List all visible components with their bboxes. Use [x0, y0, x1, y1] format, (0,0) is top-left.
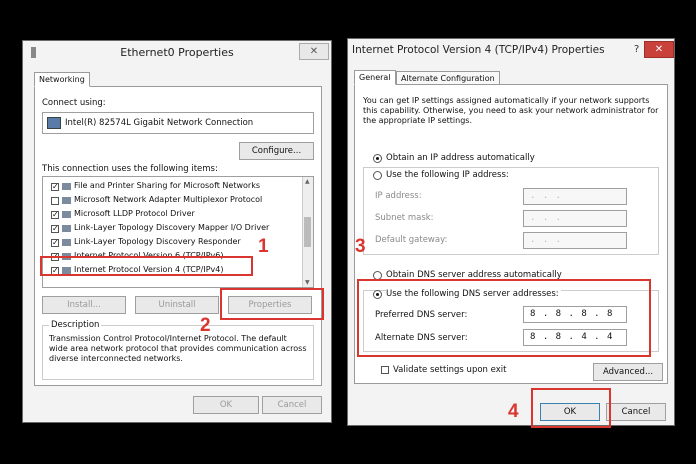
item-label: Link-Layer Topology Discovery Mapper I/O… — [74, 223, 270, 232]
item-label: Microsoft Network Adapter Multiplexor Pr… — [74, 195, 263, 204]
ok-button[interactable]: OK — [193, 396, 259, 414]
tab-networking[interactable]: Networking — [34, 72, 90, 87]
configure-button[interactable]: Configure... — [239, 142, 314, 160]
step-number-1: 1 — [258, 236, 269, 257]
adapter-name: Intel(R) 82574L Gigabit Network Connecti… — [65, 118, 254, 128]
close-button[interactable]: ✕ — [299, 43, 329, 60]
scrollbar[interactable]: ▲ ▼ — [302, 177, 313, 287]
obtain-ip-auto-label[interactable]: Obtain an IP address automatically — [386, 153, 535, 163]
install-button[interactable]: Install... — [42, 296, 126, 314]
use-following-ip-radio[interactable] — [373, 171, 382, 180]
item-checkbox[interactable]: ✓ — [51, 239, 59, 247]
item-label: Link-Layer Topology Discovery Responder — [74, 237, 241, 246]
highlight-properties-button — [220, 288, 324, 320]
default-gateway-label: Default gateway: — [375, 235, 448, 245]
item-checkbox[interactable]: ✓ — [51, 183, 59, 191]
network-component-icon — [62, 197, 71, 204]
tab-general[interactable]: General — [354, 70, 396, 85]
description-group: Description Transmission Control Protoco… — [42, 320, 314, 380]
items-label: This connection uses the following items… — [42, 164, 218, 174]
item-checkbox[interactable]: ✓ — [51, 225, 59, 233]
network-adapter-icon — [47, 117, 61, 129]
dialog-title: Internet Protocol Version 4 (TCP/IPv4) P… — [352, 44, 605, 56]
title-bar[interactable]: Internet Protocol Version 4 (TCP/IPv4) P… — [348, 39, 674, 63]
tab-alternate-configuration[interactable]: Alternate Configuration — [396, 71, 500, 85]
scroll-up-icon[interactable]: ▲ — [305, 178, 310, 185]
highlight-ok-button — [531, 388, 611, 428]
validate-label[interactable]: Validate settings upon exit — [393, 365, 506, 375]
item-checkbox[interactable] — [51, 197, 59, 205]
subnet-mask-label: Subnet mask: — [375, 213, 434, 223]
ip-address-label: IP address: — [375, 191, 422, 201]
cancel-button[interactable]: Cancel — [262, 396, 322, 414]
default-gateway-field[interactable]: . . . — [523, 232, 627, 249]
network-component-icon — [62, 239, 71, 246]
validate-checkbox[interactable] — [381, 366, 389, 374]
cancel-button[interactable]: Cancel — [606, 403, 666, 421]
description-text: Transmission Control Protocol/Internet P… — [49, 334, 307, 363]
highlight-dns-section — [357, 279, 651, 357]
help-icon[interactable]: ? — [634, 44, 639, 55]
description-label: Description — [49, 320, 102, 330]
network-component-icon — [62, 183, 71, 190]
adapter-box: Intel(R) 82574L Gigabit Network Connecti… — [42, 112, 314, 134]
item-label: File and Printer Sharing for Microsoft N… — [74, 181, 260, 190]
step-number-3: 3 — [355, 236, 366, 257]
dialog-title: Ethernet0 Properties — [120, 46, 234, 59]
highlight-ipv4-item — [40, 256, 253, 276]
ip-address-field[interactable]: . . . — [523, 188, 627, 205]
scroll-down-icon[interactable]: ▼ — [305, 279, 310, 286]
network-component-icon — [62, 211, 71, 218]
step-number-2: 2 — [200, 315, 211, 336]
intro-text: You can get IP settings assigned automat… — [363, 96, 659, 125]
item-checkbox[interactable]: ✓ — [51, 211, 59, 219]
title-bar[interactable]: Ethernet0 Properties ✕ — [23, 41, 331, 65]
step-number-4: 4 — [508, 401, 519, 422]
network-component-icon — [62, 225, 71, 232]
ipv4-properties-dialog: Internet Protocol Version 4 (TCP/IPv4) P… — [347, 38, 675, 426]
use-following-ip-label[interactable]: Use the following IP address: — [386, 170, 511, 180]
close-button[interactable]: ✕ — [644, 41, 674, 58]
connect-using-label: Connect using: — [42, 98, 106, 108]
item-label: Microsoft LLDP Protocol Driver — [74, 209, 195, 218]
networking-panel: Connect using: Intel(R) 82574L Gigabit N… — [34, 86, 322, 386]
obtain-ip-auto-radio[interactable] — [373, 154, 382, 163]
ethernet-properties-dialog: Ethernet0 Properties ✕ Networking Connec… — [22, 40, 332, 423]
uninstall-button[interactable]: Uninstall — [135, 296, 219, 314]
subnet-mask-field[interactable]: . . . — [523, 210, 627, 227]
advanced-button[interactable]: Advanced... — [593, 363, 663, 381]
scroll-thumb[interactable] — [304, 217, 311, 247]
